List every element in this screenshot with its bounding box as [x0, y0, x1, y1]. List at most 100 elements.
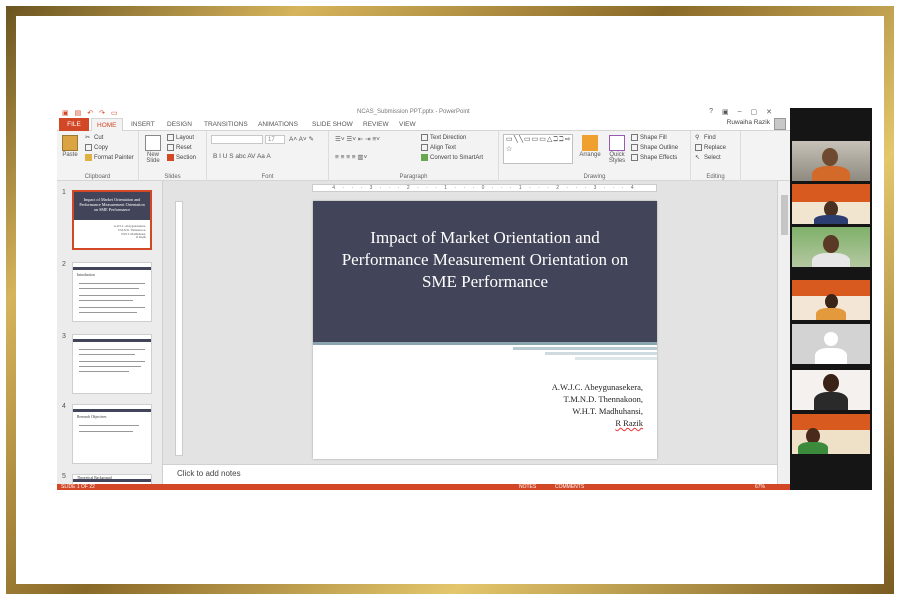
slide-authors[interactable]: A.W.J.C. Abeygunasekera, T.M.N.D. Thenna…	[552, 381, 643, 429]
vertical-ruler[interactable]	[175, 201, 183, 456]
paste-button[interactable]: Paste	[60, 135, 80, 158]
thumb-text-line	[79, 307, 145, 308]
participant-tile[interactable]	[792, 141, 870, 181]
participant-tile[interactable]	[792, 414, 870, 454]
tab-file[interactable]: FILE	[59, 118, 89, 131]
status-bar: SLIDE 1 OF 22 NOTES COMMENTS 67%	[57, 484, 790, 490]
slide-thumbnail-4[interactable]: Research Objectives	[72, 404, 152, 464]
thumb-bar	[73, 409, 151, 412]
cut-button[interactable]: ✂ Cut	[85, 134, 103, 141]
slide-thumbnail-3[interactable]	[72, 334, 152, 394]
author-line: W.H.T. Madhuhansi,	[572, 406, 643, 416]
default-avatar-icon	[824, 332, 838, 346]
convert-smartart-button[interactable]: Convert to SmartArt	[421, 154, 483, 161]
thumb-text-line	[79, 283, 145, 284]
font-format-buttons[interactable]: B I U S abc AV Aa A	[213, 153, 271, 160]
zoom-level[interactable]: 67%	[755, 484, 765, 490]
user-avatar[interactable]	[774, 118, 786, 130]
copy-button[interactable]: Copy	[85, 144, 108, 151]
workspace: 1 Impact of Market Orientation and Perfo…	[57, 181, 790, 484]
participant-tile[interactable]	[792, 280, 870, 320]
user-name[interactable]: Ruwaiha Razik	[727, 119, 770, 126]
person-head	[823, 374, 839, 392]
align-buttons[interactable]: ≡ ≡ ≡ ≡ ▥˅	[335, 153, 367, 161]
slide-thumbnail-2[interactable]: Introduction	[72, 262, 152, 322]
person-head	[825, 294, 838, 309]
notes-toggle[interactable]: NOTES	[519, 484, 536, 490]
person-body	[812, 253, 850, 267]
shapes-gallery[interactable]: ▭╲╲▭▭▭△ℶℶ⇨◯{}☆	[503, 134, 573, 164]
slide-stripe	[313, 342, 657, 345]
tab-view[interactable]: VIEW	[399, 118, 416, 131]
section-button[interactable]: Section	[167, 154, 196, 161]
reset-icon	[167, 144, 174, 151]
text-direction-button[interactable]: Text Direction	[421, 134, 466, 141]
shape-outline-button[interactable]: Shape Outline	[631, 144, 678, 151]
quick-access-toolbar: ▣ ▤ ↶ ↷ ▭	[62, 109, 118, 117]
thumb-number: 5	[62, 473, 66, 480]
slide-thumbnails-pane[interactable]: 1 Impact of Market Orientation and Perfo…	[57, 181, 163, 484]
arrange-button[interactable]: Arrange	[577, 135, 603, 158]
quick-styles-button[interactable]: Quick Styles	[605, 135, 629, 164]
close-button[interactable]: ✕	[766, 108, 772, 116]
tab-home[interactable]: HOME	[91, 118, 123, 131]
slide-thumbnail-1[interactable]: Impact of Market Orientation and Perform…	[72, 190, 152, 250]
notes-pane[interactable]: Click to add notes	[163, 464, 777, 484]
minimize-button[interactable]: –	[738, 108, 742, 116]
shape-effects-button[interactable]: Shape Effects	[631, 154, 677, 161]
list-buttons[interactable]: ☰˅ ☰˅ ⇤ ⇥ ≡˅	[335, 135, 380, 143]
paint-bucket-icon	[631, 134, 638, 141]
thumb-bar	[73, 339, 151, 342]
slide-title[interactable]: Impact of Market Orientation and Perform…	[333, 227, 637, 293]
grow-shrink-font[interactable]: A˄ A˅ ✎	[289, 135, 314, 143]
slide-thumbnail-5[interactable]: Theoretical Background	[72, 474, 152, 484]
tab-insert[interactable]: INSERT	[131, 118, 155, 131]
thumb-title: Impact of Market Orientation and Perform…	[79, 197, 145, 212]
font-name-combo[interactable]	[211, 135, 263, 144]
copy-icon	[85, 144, 92, 151]
tab-slide-show[interactable]: SLIDE SHOW	[312, 118, 353, 131]
format-painter-button[interactable]: Format Painter	[85, 154, 134, 161]
person-body	[816, 308, 846, 320]
layout-button[interactable]: Layout	[167, 134, 194, 141]
comments-toggle[interactable]: COMMENTS	[555, 484, 584, 490]
thumb-text-line	[79, 431, 133, 432]
save-icon[interactable]: ▤	[75, 109, 82, 117]
ribbon-display-button[interactable]: ▣	[722, 108, 729, 116]
tab-review[interactable]: REVIEW	[363, 118, 389, 131]
redo-icon[interactable]: ↷	[99, 109, 105, 117]
font-group: 17 A˄ A˅ ✎ B I U S abc AV Aa A Font	[207, 131, 329, 181]
conference-banner	[792, 414, 870, 430]
slide-canvas[interactable]: Impact of Market Orientation and Perform…	[313, 201, 657, 459]
reset-button[interactable]: Reset	[167, 144, 192, 151]
slide-stripe	[513, 347, 657, 350]
editing-group: ⚲ Find Replace ↖ Select Editing	[691, 131, 741, 181]
align-text-button[interactable]: Align Text	[421, 144, 456, 151]
tab-animations[interactable]: ANIMATIONS	[258, 118, 298, 131]
slides-group: New Slide Layout Reset Section Slides	[139, 131, 207, 181]
find-button[interactable]: ⚲ Find	[695, 134, 716, 141]
effects-icon	[631, 154, 638, 161]
horizontal-ruler[interactable]: 4 · · · 3 · · · 2 · · · 1 · · · 0 · · · …	[312, 184, 657, 192]
replace-button[interactable]: Replace	[695, 144, 726, 151]
font-size-combo[interactable]: 17	[265, 135, 285, 144]
participant-tile[interactable]	[792, 184, 870, 224]
participant-tile[interactable]	[792, 370, 870, 410]
new-slide-button[interactable]: New Slide	[143, 135, 163, 164]
participant-tile[interactable]	[792, 227, 870, 267]
powerpoint-window: ▣ ▤ ↶ ↷ ▭ NCAS_Submission PPT.pptx - Pow…	[57, 108, 790, 490]
undo-icon[interactable]: ↶	[87, 109, 93, 117]
help-button[interactable]: ?	[709, 108, 713, 116]
clipboard-label: Clipboard	[84, 174, 111, 180]
scrollbar-thumb[interactable]	[781, 195, 788, 235]
thumb-number: 2	[62, 261, 66, 268]
start-slideshow-icon[interactable]: ▭	[111, 109, 118, 117]
tab-design[interactable]: DESIGN	[167, 118, 192, 131]
maximize-button[interactable]: ▢	[751, 108, 758, 116]
vertical-scrollbar[interactable]	[777, 181, 790, 484]
select-button[interactable]: ↖ Select	[695, 154, 721, 161]
scissors-icon: ✂	[85, 135, 91, 141]
participant-tile[interactable]	[792, 324, 870, 364]
tab-transitions[interactable]: TRANSITIONS	[204, 118, 248, 131]
shape-fill-button[interactable]: Shape Fill	[631, 134, 667, 141]
